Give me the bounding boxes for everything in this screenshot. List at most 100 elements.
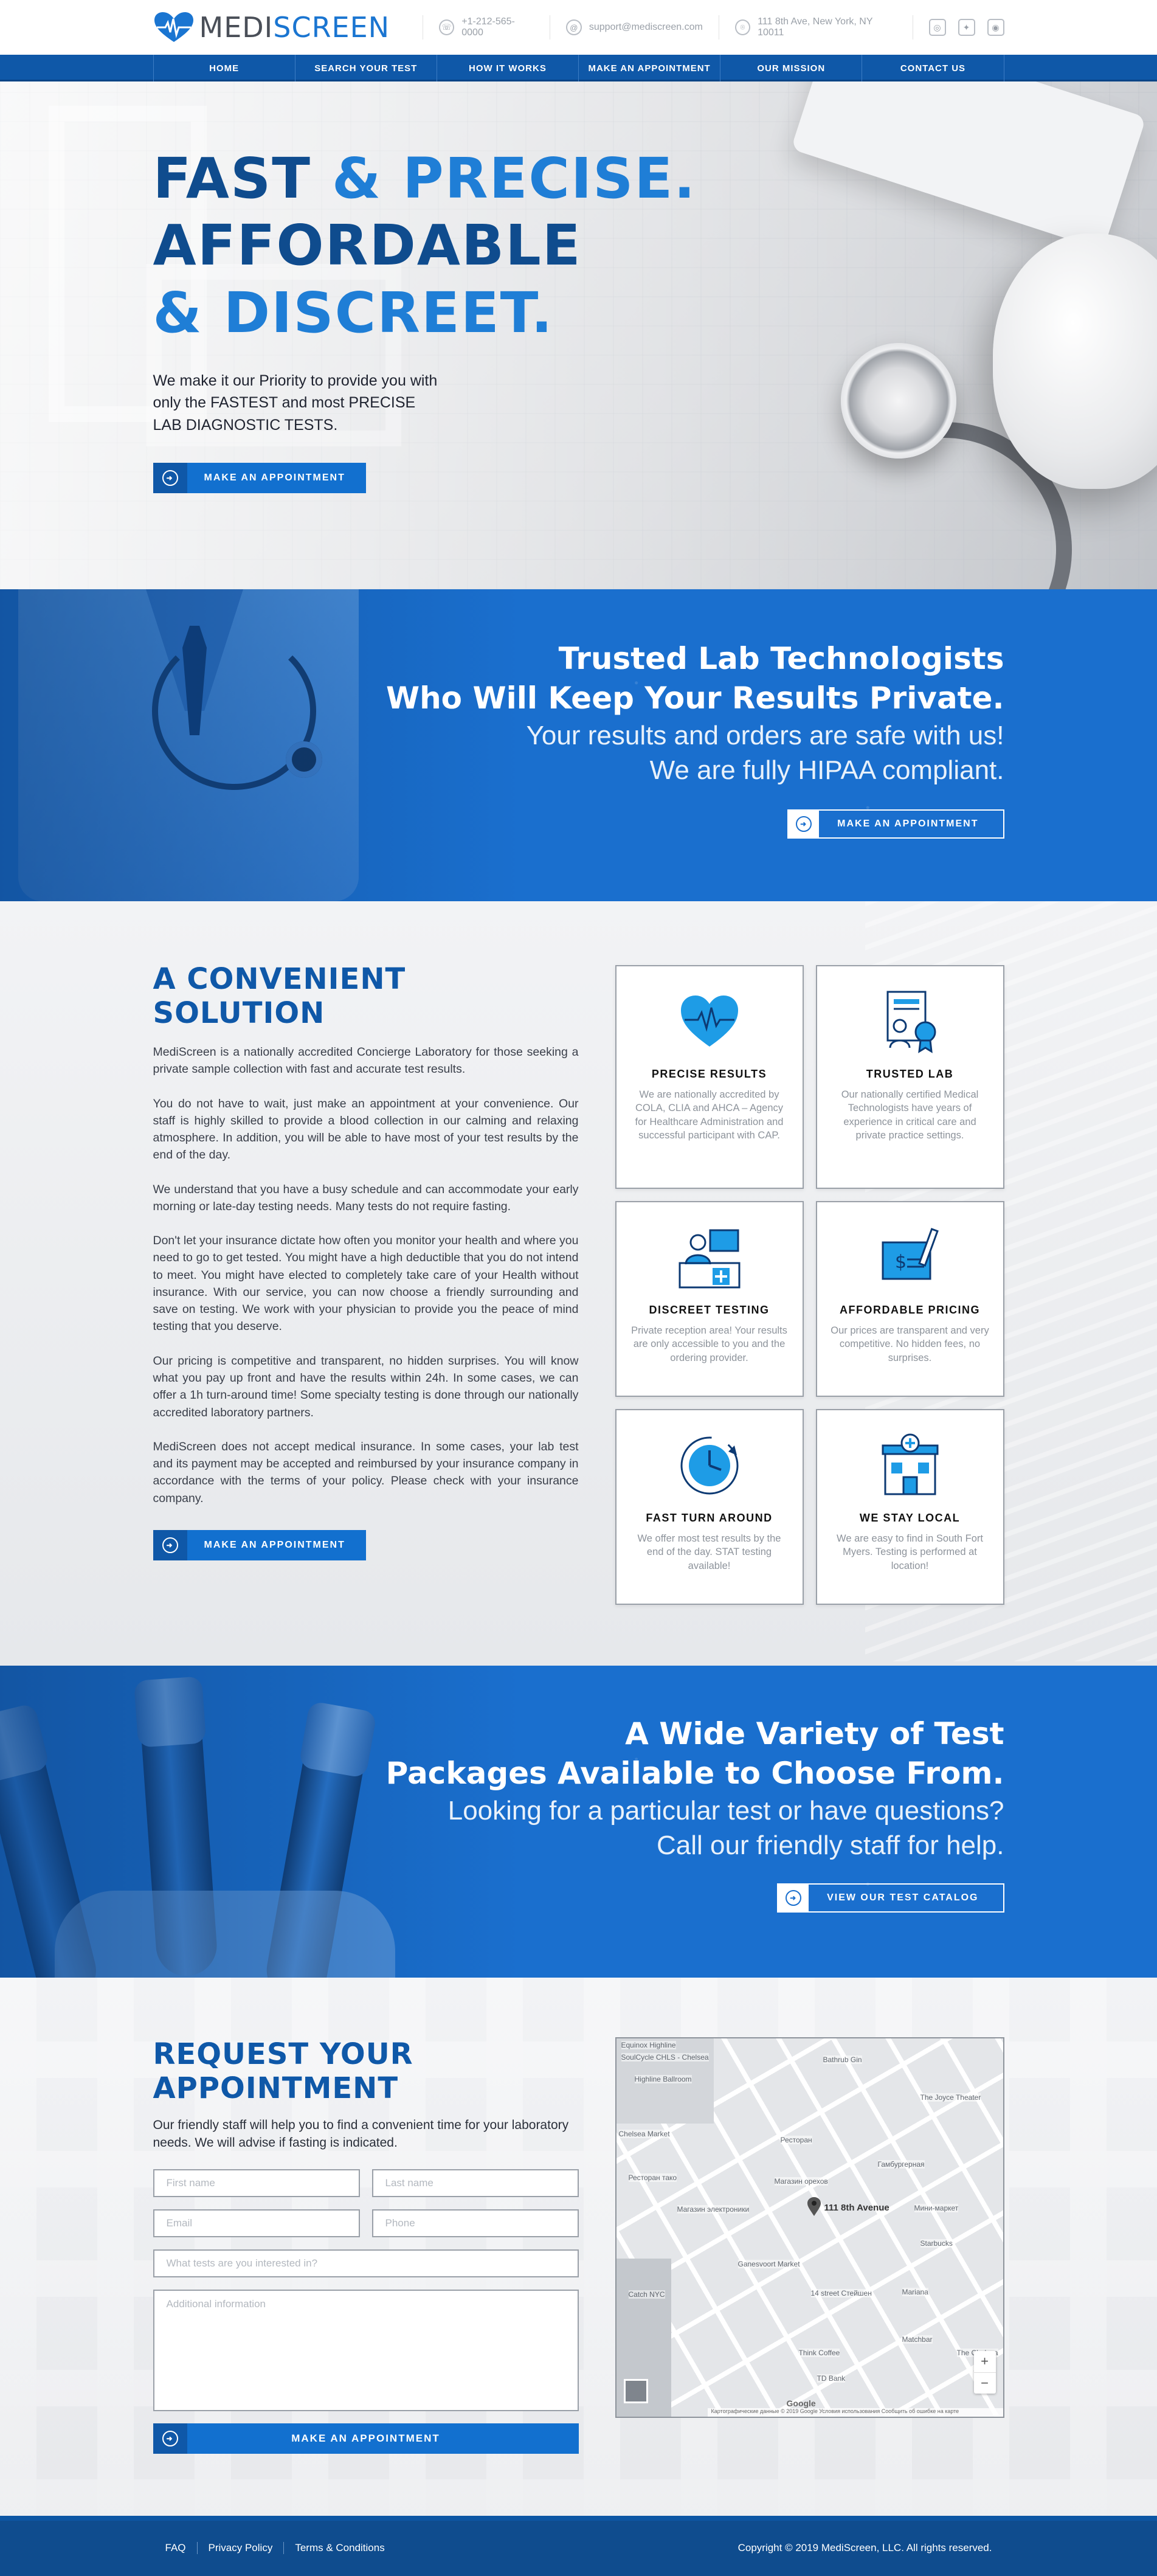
footer-link-privacy[interactable]: Privacy Policy bbox=[196, 2542, 284, 2555]
map-label: Mariana bbox=[902, 2288, 928, 2296]
trusted-subtitle: Your results and orders are safe with us… bbox=[526, 721, 1004, 786]
map-label: Catch NYC bbox=[628, 2290, 665, 2299]
appointment-form: ➜ MAKE AN APPOINTMENT bbox=[153, 2169, 579, 2454]
header-contacts: ☏ +1-212-565-0000 @ support@mediscreen.c… bbox=[423, 15, 1004, 40]
certificate-icon bbox=[886, 991, 936, 1053]
map-label: SoulCycle CHLS - Chelsea bbox=[621, 2053, 709, 2062]
submit-appointment-button[interactable]: ➜ MAKE AN APPOINTMENT bbox=[153, 2423, 579, 2454]
map-label: Мини-маркет bbox=[914, 2204, 959, 2212]
google-logo: Google bbox=[786, 2398, 816, 2408]
map-street-view-thumbnail[interactable] bbox=[623, 2379, 648, 2403]
map-label: Highline Ballroom bbox=[634, 2075, 692, 2083]
zoom-out-button[interactable]: − bbox=[974, 2373, 996, 2394]
clinic-icon bbox=[882, 1433, 938, 1495]
paragraph: You do not have to wait, just make an ap… bbox=[153, 1096, 579, 1162]
logo[interactable]: MEDISCREEN bbox=[153, 11, 390, 44]
map-label: Гамбургерная bbox=[877, 2160, 925, 2169]
instagram-camera-icon[interactable]: ◉ bbox=[987, 19, 1004, 36]
map-label: Equinox Highline bbox=[621, 2041, 676, 2049]
appointment-lead: Our friendly staff will help you to find… bbox=[153, 2118, 569, 2150]
location-map[interactable]: Equinox Highline SoulCycle CHLS - Chelse… bbox=[615, 2037, 1004, 2418]
feature-card-affordable-pricing: $ AFFORDABLE PRICING Our prices are tran… bbox=[815, 1201, 1004, 1397]
convenient-appointment-button[interactable]: ➜ MAKE AN APPOINTMENT bbox=[153, 1529, 366, 1560]
nav-contact-us[interactable]: CONTACT US bbox=[862, 55, 1004, 81]
computer-mouse-image bbox=[993, 234, 1157, 489]
map-label: Ganesvoort Market bbox=[737, 2260, 800, 2268]
packages-subtitle: Looking for a particular test or have qu… bbox=[447, 1796, 1004, 1861]
feature-cards: PRECISE RESULTS We are nationally accred… bbox=[615, 965, 1004, 1605]
top-header: MEDISCREEN ☏ +1-212-565-0000 @ support@m… bbox=[0, 0, 1157, 55]
feature-card-stay-local: WE STAY LOCAL We are easy to find in Sou… bbox=[815, 1409, 1004, 1605]
tests-interest-input[interactable] bbox=[153, 2249, 579, 2277]
nav-how-it-works[interactable]: HOW IT WORKS bbox=[436, 55, 578, 81]
section-title: A CONVENIENT SOLUTION bbox=[153, 962, 406, 1030]
zoom-in-button[interactable]: + bbox=[973, 2351, 996, 2373]
svg-text:$: $ bbox=[895, 1252, 907, 1273]
first-name-input[interactable] bbox=[153, 2169, 360, 2197]
nav-make-appointment[interactable]: MAKE AN APPOINTMENT bbox=[578, 55, 720, 81]
arrow-circle-icon: ➜ bbox=[153, 462, 187, 493]
footer-links: FAQ Privacy Policy Terms & Conditions bbox=[165, 2542, 396, 2555]
map-marker-icon[interactable] bbox=[807, 2197, 821, 2217]
nav-search-your-test[interactable]: SEARCH YOUR TEST bbox=[294, 55, 437, 81]
email-input[interactable] bbox=[153, 2209, 360, 2237]
footer-link-faq[interactable]: FAQ bbox=[165, 2542, 197, 2554]
nav-our-mission[interactable]: OUR MISSION bbox=[720, 55, 862, 81]
hero-section: FAST & PRECISE. AFFORDABLE & DISCREET. W… bbox=[0, 81, 1157, 589]
feature-card-discreet-testing: DISCREET TESTING Private reception area!… bbox=[615, 1201, 804, 1397]
packages-title: A Wide Variety of Test Packages Availabl… bbox=[385, 1716, 1004, 1791]
reception-icon bbox=[679, 1229, 740, 1289]
arrow-circle-icon: ➜ bbox=[153, 1529, 187, 1560]
phone-input[interactable] bbox=[371, 2209, 579, 2237]
map-label: Matchbar bbox=[902, 2335, 933, 2344]
map-label: Ресторан тако bbox=[628, 2173, 677, 2182]
hero-headline: FAST & PRECISE. AFFORDABLE & DISCREET. bbox=[153, 146, 697, 345]
map-attribution[interactable]: Картографические данные © 2019 Google Ус… bbox=[707, 2408, 1003, 2417]
instagram-icon[interactable]: ◎ bbox=[928, 19, 946, 36]
paragraph: MediScreen does not accept medical insur… bbox=[153, 1439, 579, 1505]
trusted-appointment-button[interactable]: ➜ MAKE AN APPOINTMENT bbox=[787, 809, 1004, 839]
trusted-title: Trusted Lab Technologists Who Will Keep … bbox=[385, 641, 1004, 716]
convenient-body: MediScreen is a nationally accredited Co… bbox=[153, 1044, 579, 1507]
feature-card-trusted-lab: TRUSTED LAB Our nationally certified Med… bbox=[815, 965, 1004, 1189]
phone-icon: ☏ bbox=[439, 19, 455, 35]
convenient-section: A CONVENIENT SOLUTION MediScreen is a na… bbox=[0, 901, 1157, 1666]
view-test-catalog-button[interactable]: ➜ VIEW OUR TEST CATALOG bbox=[777, 1883, 1004, 1913]
paragraph: MediScreen is a nationally accredited Co… bbox=[153, 1045, 579, 1076]
last-name-input[interactable] bbox=[371, 2169, 579, 2197]
nav-home[interactable]: HOME bbox=[153, 55, 295, 81]
map-label: Think Coffee bbox=[798, 2349, 840, 2357]
map-label: Ресторан bbox=[780, 2136, 812, 2144]
map-marker-label: 111 8th Avenue bbox=[824, 2203, 889, 2213]
location-pin-icon: ⌾ bbox=[734, 19, 751, 35]
footer-link-terms[interactable]: Terms & Conditions bbox=[283, 2542, 395, 2555]
map-label: Bathrub Gin bbox=[823, 2055, 862, 2064]
paragraph: Don't let your insurance dictate how oft… bbox=[153, 1234, 579, 1334]
hero-text: We make it our Priority to provide you w… bbox=[153, 372, 438, 434]
additional-info-textarea[interactable] bbox=[153, 2289, 579, 2411]
arrow-circle-icon: ➜ bbox=[778, 1885, 809, 1912]
paragraph: We understand that you have a busy sched… bbox=[153, 1182, 579, 1213]
logo-text: MEDISCREEN bbox=[199, 11, 390, 44]
twitter-icon[interactable]: ✦ bbox=[958, 19, 975, 36]
header-email[interactable]: @ support@mediscreen.com bbox=[550, 15, 719, 40]
heart-pulse-icon bbox=[680, 995, 738, 1047]
appointment-title: REQUEST YOUR APPOINTMENT bbox=[153, 2037, 413, 2105]
header-address[interactable]: ⌾ 111 8th Ave, New York, NY 10011 bbox=[719, 15, 913, 40]
map-label: Chelsea Market bbox=[618, 2130, 670, 2138]
map-zoom-controls: + − bbox=[973, 2351, 996, 2394]
appointment-section: REQUEST YOUR APPOINTMENT Our friendly st… bbox=[0, 1978, 1157, 2516]
map-label: Starbucks bbox=[920, 2239, 953, 2248]
map-label: TD Bank bbox=[817, 2374, 846, 2383]
feature-card-precise-results: PRECISE RESULTS We are nationally accred… bbox=[615, 965, 804, 1189]
social-links: ◎ ✦ ◉ bbox=[913, 19, 1004, 36]
map-label: Магазин электроники bbox=[677, 2205, 750, 2214]
arrow-circle-icon: ➜ bbox=[153, 2423, 187, 2454]
header-phone[interactable]: ☏ +1-212-565-0000 bbox=[423, 15, 550, 40]
at-sign-icon: @ bbox=[565, 19, 582, 35]
packages-banner: A Wide Variety of Test Packages Availabl… bbox=[0, 1666, 1157, 1978]
heart-logo-icon bbox=[154, 12, 193, 42]
paragraph: Our pricing is competitive and transpare… bbox=[153, 1354, 579, 1419]
hero-appointment-button[interactable]: ➜ MAKE AN APPOINTMENT bbox=[153, 462, 366, 493]
map-label: 14 street Стейшен bbox=[810, 2289, 872, 2297]
